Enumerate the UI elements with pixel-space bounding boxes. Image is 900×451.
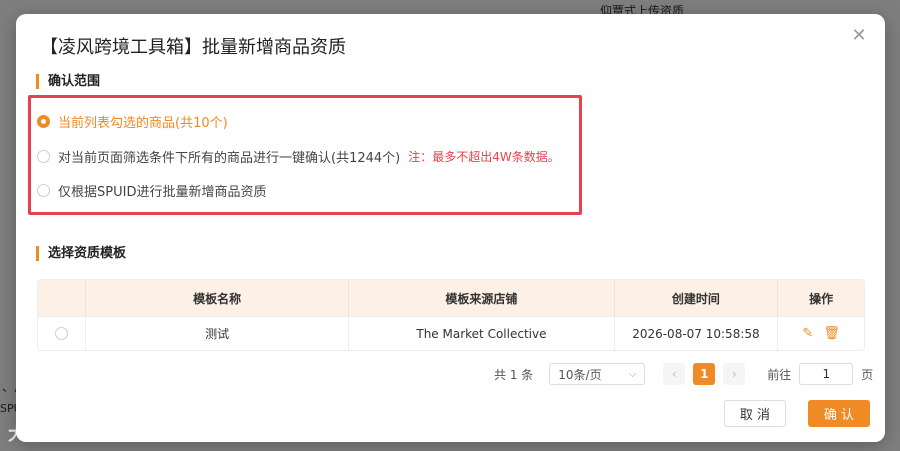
next-page-button[interactable]: › [723, 363, 746, 385]
close-icon[interactable]: ✕ [849, 26, 869, 46]
option-label: 仅根据SPUID进行批量新增商品资质 [58, 185, 267, 200]
page-size-value: 10条/页 [558, 367, 602, 382]
batch-add-qualification-dialog: 【凌风跨境工具箱】批量新增商品资质 ✕ 确认范围 当前列表勾选的商品(共10个)… [16, 14, 885, 442]
option-label: 当前列表勾选的商品(共10个) [58, 116, 228, 131]
section-title-template: 选择资质模板 [36, 246, 126, 261]
radio-icon[interactable] [37, 184, 50, 197]
table-header: 模板名称 模板来源店铺 创建时间 操作 [38, 280, 864, 316]
row-actions: ✎ 🗑 [778, 316, 864, 350]
goto-page-input[interactable] [799, 363, 854, 385]
radio-checked-icon[interactable] [37, 115, 50, 128]
scope-option-selected-items[interactable]: 当前列表勾选的商品(共10个) [37, 112, 228, 131]
pagination: 共 1 条 10条/页 ⌵ ‹ 1 › 前往 页 [494, 363, 873, 385]
page-size-select[interactable]: 10条/页 ⌵ [549, 363, 646, 385]
pagination-total: 共 1 条 [494, 367, 534, 382]
option-label: 对当前页面筛选条件下所有的商品进行一键确认(共1244个) [58, 151, 401, 166]
goto-label: 前往 [767, 367, 792, 382]
dialog-title: 【凌风跨境工具箱】批量新增商品资质 [40, 37, 346, 58]
cancel-button[interactable]: 取 消 [724, 400, 786, 427]
column-header-name: 模板名称 [86, 280, 350, 316]
row-select-cell[interactable] [38, 316, 86, 350]
column-header-actions: 操作 [809, 291, 834, 306]
template-name: 测试 [85, 316, 350, 350]
confirm-button[interactable]: 确 认 [808, 400, 870, 427]
column-header-shop: 模板来源店铺 [349, 280, 615, 316]
radio-icon[interactable] [54, 327, 68, 340]
template-shop: The Market Collective [349, 316, 615, 350]
goto-suffix: 页 [861, 367, 874, 382]
table-row[interactable]: 测试 The Market Collective 2026-08-07 10:5… [38, 316, 864, 350]
template-table: 模板名称 模板来源店铺 创建时间 操作 测试 The Market Collec… [37, 279, 865, 351]
prev-page-button[interactable]: ‹ [663, 363, 686, 385]
template-created-time: 2026-08-07 10:58:58 [614, 316, 779, 350]
edit-icon[interactable]: ✎ [802, 326, 813, 341]
radio-icon[interactable] [37, 150, 50, 163]
column-header-created: 创建时间 [615, 280, 779, 316]
page-number-button[interactable]: 1 [693, 363, 716, 385]
scope-option-all-filtered[interactable]: 对当前页面筛选条件下所有的商品进行一键确认(共1244个) 注：最多不超出4W条… [37, 147, 560, 166]
scope-option-by-spuid[interactable]: 仅根据SPUID进行批量新增商品资质 [37, 181, 266, 200]
option-note: 注：最多不超出4W条数据。 [408, 150, 560, 164]
trash-icon[interactable]: 🗑 [823, 326, 840, 341]
chevron-down-icon: ⌵ [628, 368, 637, 380]
section-title-scope: 确认范围 [36, 74, 100, 89]
column-header-select [38, 280, 86, 316]
